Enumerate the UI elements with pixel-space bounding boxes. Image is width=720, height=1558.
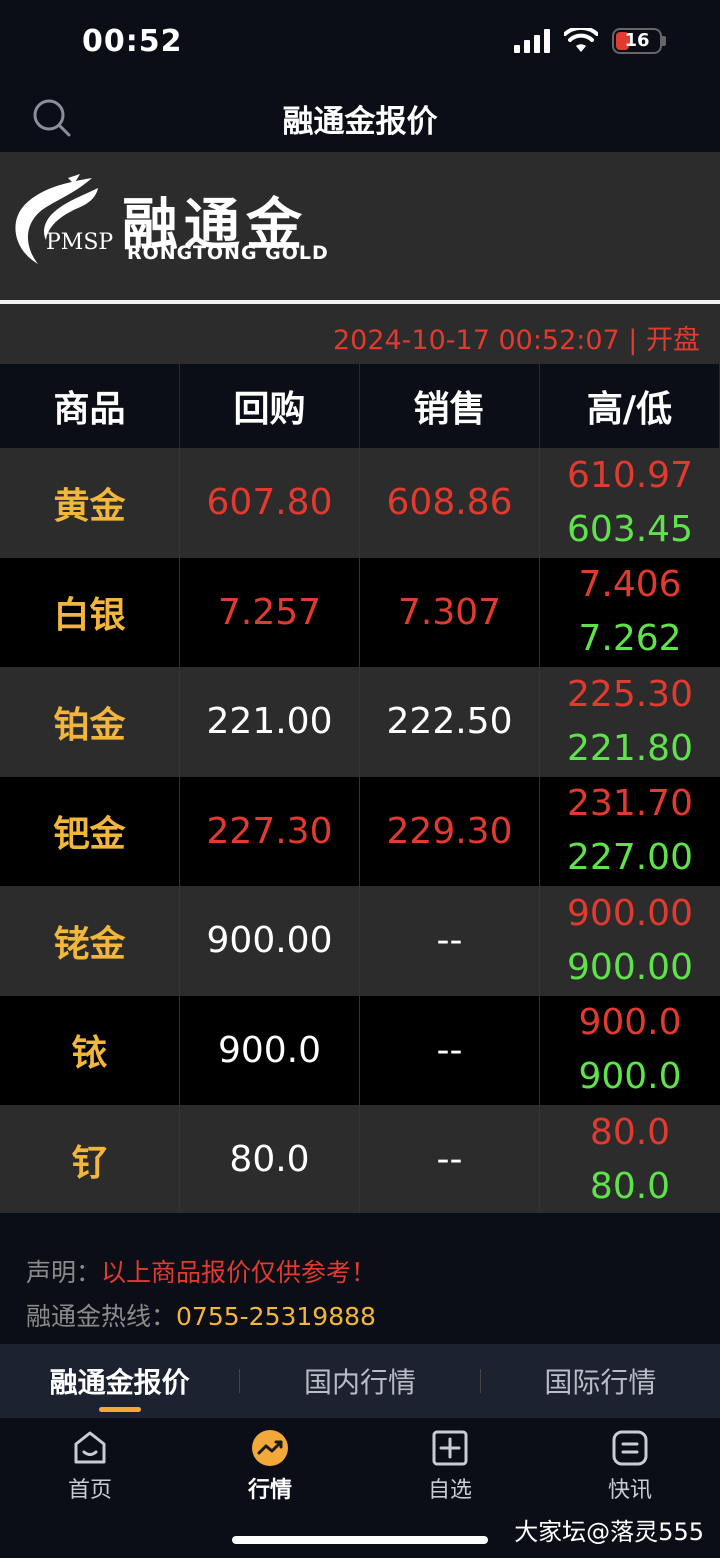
timestamp-row: 2024-10-17 00:52:07 | 开盘	[0, 304, 720, 364]
buyback-price: 227.30	[180, 776, 360, 886]
low-price: 900.00	[567, 946, 693, 988]
product-name: 铂金	[0, 667, 180, 777]
product-name: 铱	[0, 995, 180, 1105]
high-low-cell: 610.97 603.45	[540, 448, 720, 558]
buyback-price: 607.80	[180, 448, 360, 558]
sell-price: 229.30	[360, 776, 540, 886]
news-icon	[612, 1430, 648, 1466]
high-price: 231.70	[567, 783, 693, 825]
table-row[interactable]: 黄金 607.80 608.86 610.97 603.45	[0, 448, 720, 558]
header-buyback: 回购	[180, 364, 360, 448]
logo-pmsp-text: PMSP	[46, 230, 114, 255]
tab-rongtong-quote[interactable]: 融通金报价	[0, 1344, 239, 1418]
battery-icon: 16	[612, 28, 662, 54]
sell-price: --	[360, 1105, 540, 1215]
home-indicator[interactable]	[232, 1536, 488, 1544]
header-product: 商品	[0, 364, 180, 448]
product-name: 铑金	[0, 886, 180, 996]
tab-domestic-market[interactable]: 国内行情	[240, 1344, 479, 1418]
sell-price: 608.86	[360, 448, 540, 558]
watermark: 大家坛@落灵555	[514, 1518, 704, 1546]
sell-price: 222.50	[360, 667, 540, 777]
tab-international-market[interactable]: 国际行情	[481, 1344, 720, 1418]
table-row[interactable]: 铂金 221.00 222.50 225.30 221.80	[0, 667, 720, 777]
low-price: 80.0	[589, 1165, 671, 1207]
status-indicators: 16	[514, 28, 666, 54]
header-sell: 销售	[360, 364, 540, 448]
quote-timestamp: 2024-10-17 00:52:07 | 开盘	[332, 325, 700, 356]
sell-price: 7.307	[360, 557, 540, 667]
low-price: 227.00	[567, 837, 693, 879]
product-name: 黄金	[0, 448, 180, 558]
wifi-icon	[564, 28, 598, 52]
product-name: 钯金	[0, 776, 180, 886]
dragon-logo-icon	[15, 174, 98, 264]
product-name: 白银	[0, 557, 180, 667]
sell-price: --	[360, 886, 540, 996]
buyback-price: 221.00	[180, 667, 360, 777]
high-price: 225.30	[567, 673, 693, 715]
cellular-signal-icon	[514, 29, 550, 53]
disclaimer-section: 声明：以上商品报价仅供参考！ 融通金热线：0755-25319888	[0, 1213, 720, 1344]
table-row[interactable]: 铑金 900.00 -- 900.00 900.00	[0, 886, 720, 996]
nav-bar: 融通金报价	[0, 86, 720, 152]
buyback-price: 900.0	[180, 995, 360, 1105]
header-high-low: 高/低	[540, 364, 720, 448]
high-price: 900.0	[578, 1002, 682, 1044]
quote-tabs: 融通金报价 国内行情 国际行情	[0, 1344, 720, 1418]
add-square-icon	[432, 1430, 468, 1466]
hotline-number[interactable]: 0755-25319888	[176, 1302, 376, 1331]
sell-price: --	[360, 995, 540, 1105]
high-price: 900.00	[567, 892, 693, 934]
high-price: 610.97	[567, 454, 693, 496]
hotline-line: 融通金热线：0755-25319888	[26, 1297, 376, 1333]
bottom-nav-label: 行情	[247, 1478, 292, 1503]
table-row[interactable]: 钯金 227.30 229.30 231.70 227.00	[0, 776, 720, 887]
bottom-nav-home[interactable]: 首页	[0, 1418, 180, 1558]
bottom-nav-label: 首页	[67, 1478, 112, 1503]
trend-icon	[252, 1430, 288, 1466]
logo-banner: PMSP 融通金 RONGTONG GOLD	[0, 152, 720, 300]
low-price: 603.45	[567, 508, 693, 550]
high-low-cell: 900.00 900.00	[540, 886, 720, 996]
high-low-cell: 80.0 80.0	[540, 1105, 720, 1215]
high-price: 80.0	[589, 1111, 671, 1153]
logo-english-text: RONGTONG GOLD	[127, 242, 329, 264]
table-row[interactable]: 白银 7.257 7.307 7.406 7.262	[0, 557, 720, 668]
price-table: 商品 回购 销售 高/低 黄金 607.80 608.86 610.97 603…	[0, 364, 720, 1215]
low-price: 221.80	[567, 727, 693, 769]
status-bar: 00:52 16	[0, 0, 720, 86]
hotline-label: 融通金热线：	[26, 1302, 177, 1331]
status-time: 00:52	[82, 24, 183, 59]
high-low-cell: 231.70 227.00	[540, 777, 720, 887]
table-row[interactable]: 铱 900.0 -- 900.0 900.0	[0, 995, 720, 1106]
high-low-cell: 7.406 7.262	[540, 558, 720, 668]
disclaimer-label: 声明：	[26, 1258, 102, 1287]
high-price: 7.406	[578, 564, 682, 606]
buyback-price: 900.00	[180, 886, 360, 996]
high-low-cell: 225.30 221.80	[540, 667, 720, 777]
table-row[interactable]: 钌 80.0 -- 80.0 80.0	[0, 1105, 720, 1215]
bottom-nav-label: 快讯	[607, 1478, 652, 1503]
home-icon	[74, 1431, 106, 1464]
page-title: 融通金报价	[282, 104, 438, 140]
battery-level: 16	[624, 30, 650, 51]
bottom-nav-label: 自选	[427, 1478, 472, 1503]
low-price: 7.262	[578, 618, 682, 660]
table-header: 商品 回购 销售 高/低	[0, 364, 720, 448]
buyback-price: 80.0	[180, 1105, 360, 1215]
low-price: 900.0	[578, 1056, 682, 1098]
disclaimer-line: 声明：以上商品报价仅供参考！	[26, 1253, 376, 1289]
disclaimer-text: 以上商品报价仅供参考！	[101, 1258, 377, 1287]
high-low-cell: 900.0 900.0	[540, 996, 720, 1106]
product-name: 钌	[0, 1105, 180, 1215]
buyback-price: 7.257	[180, 557, 360, 667]
